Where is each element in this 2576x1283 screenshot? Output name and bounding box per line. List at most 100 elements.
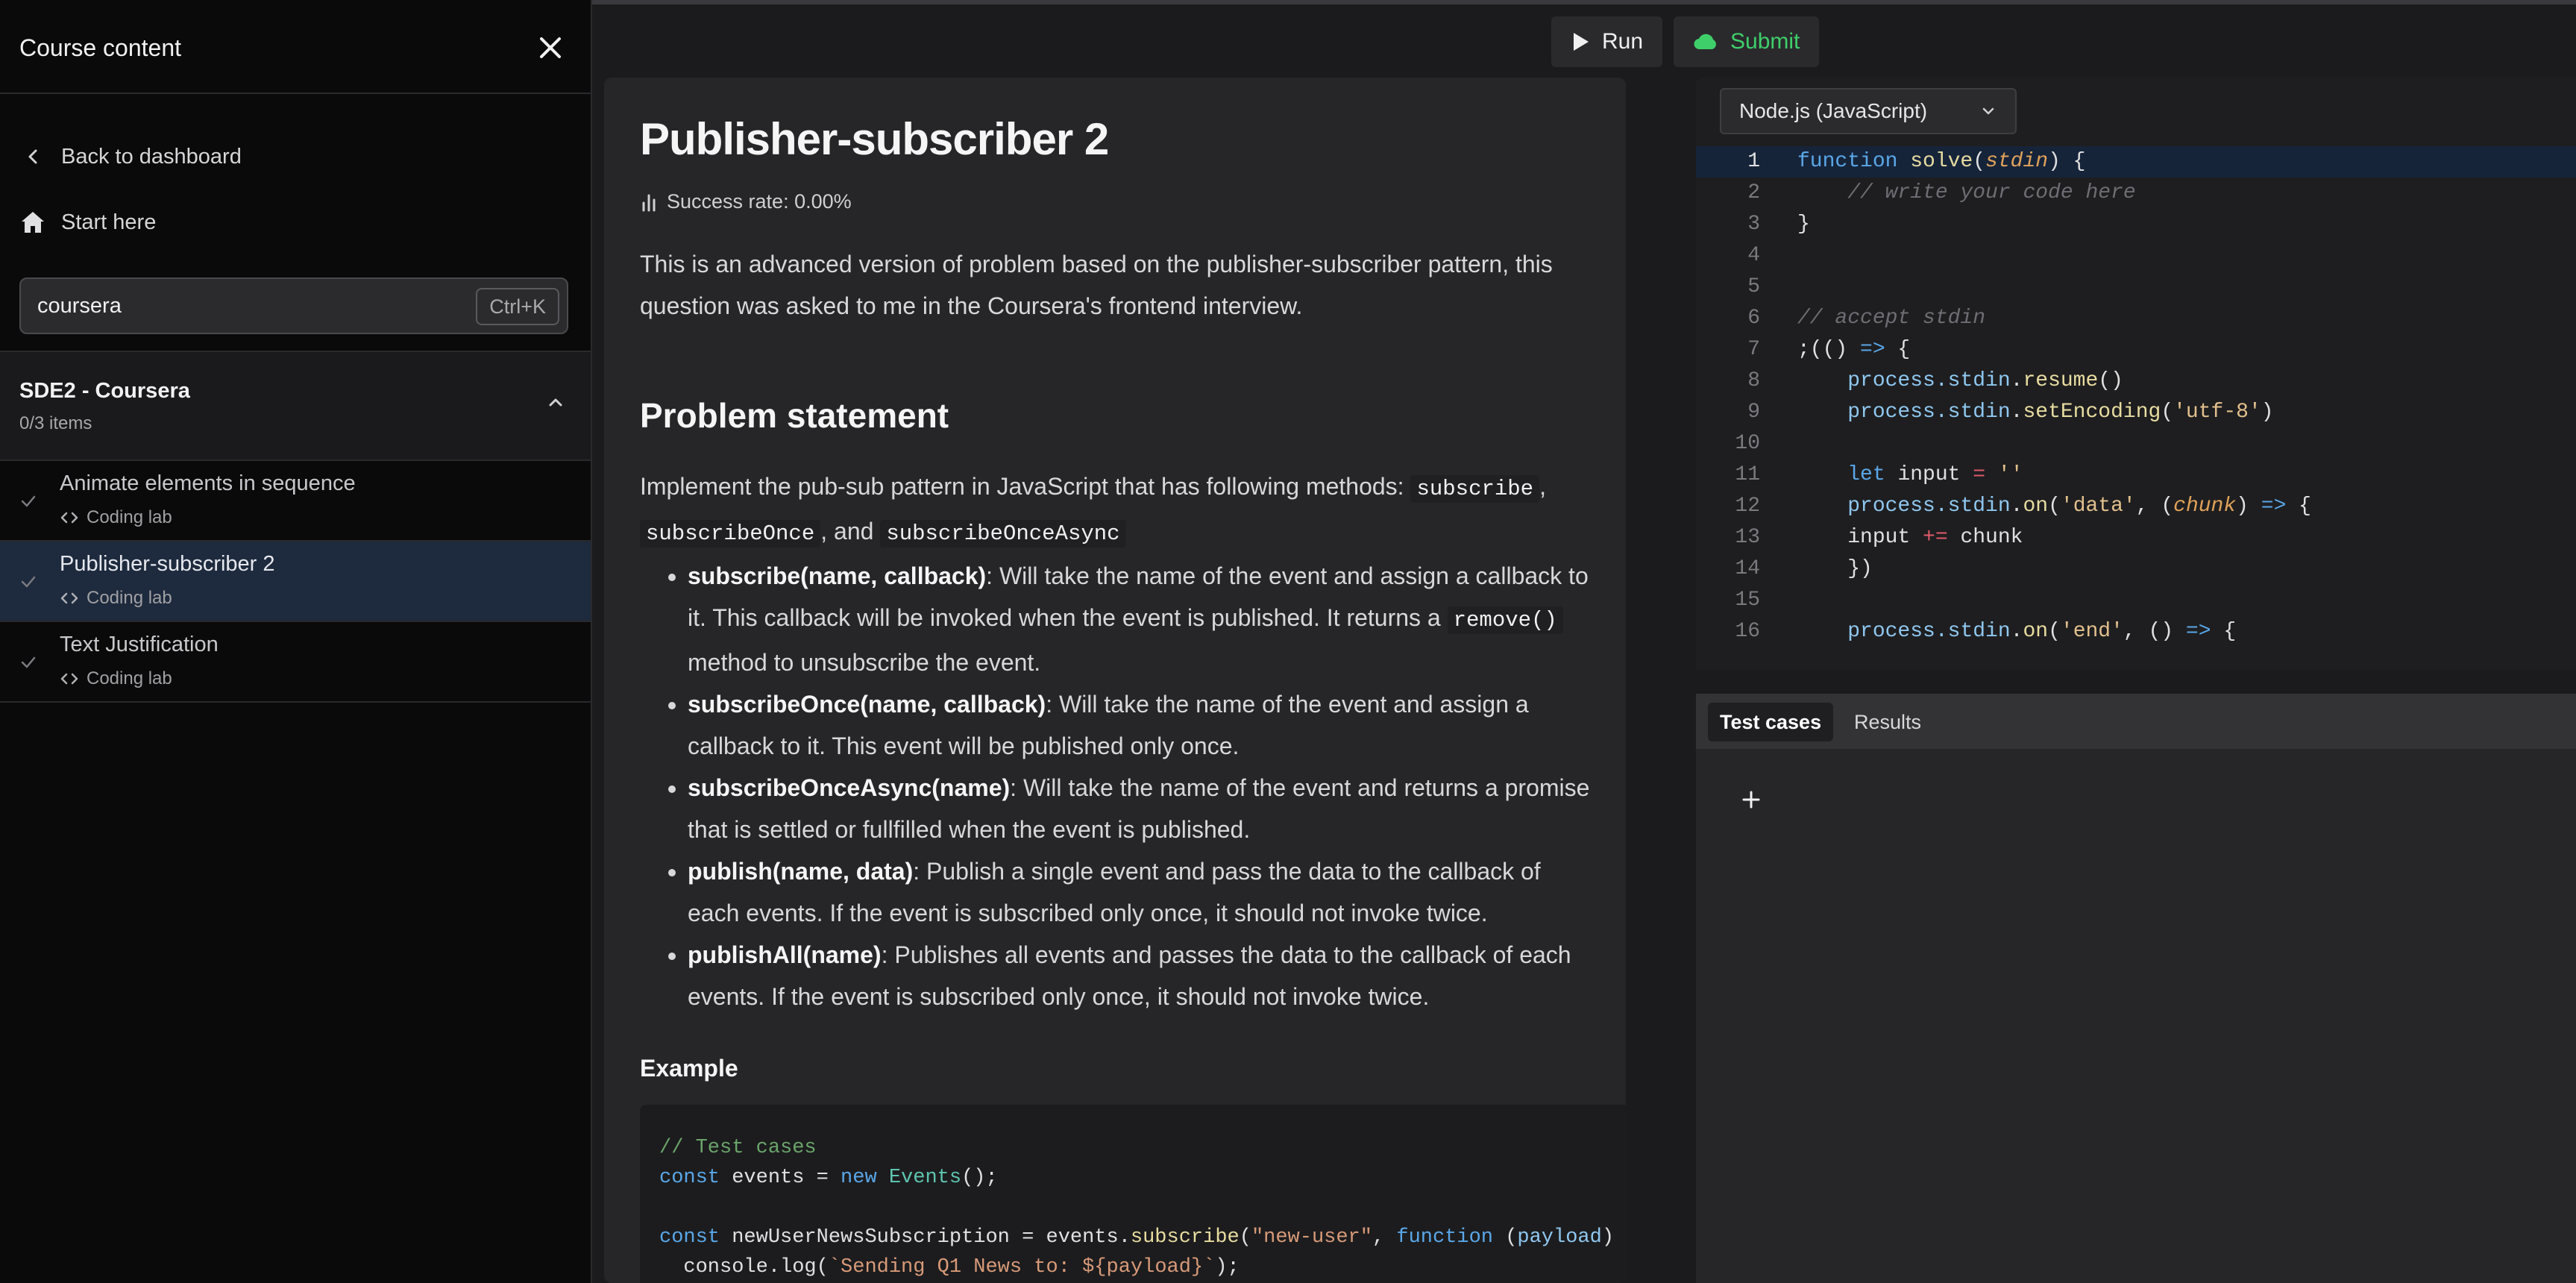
problem-statement: Implement the pub-sub pattern in JavaScr… [640,473,1546,548]
lesson-item-animate[interactable]: Animate elements in sequence Coding lab [0,461,591,542]
problem-title: Publisher-subscriber 2 [640,114,1109,164]
code-token: ( [2048,495,2061,518]
lesson-item-text-justification[interactable]: Text Justification Coding lab [0,622,591,703]
code-token: ); [1215,1256,1240,1279]
code-token: { [2286,495,2311,518]
add-test-case-icon[interactable] [1736,785,1766,815]
code-token: += [1923,526,1948,549]
method-name: subscribe(name, callback) [688,562,987,589]
line-number: 2 [1747,181,1760,204]
search-input[interactable] [37,279,455,333]
code-icon [60,512,78,524]
code-token: '' [1997,463,2023,486]
code-token: process. [1797,401,1948,424]
code-token: chunk [2173,495,2237,518]
chevron-left-icon [19,143,46,170]
submit-button[interactable]: Submit [1674,16,1820,67]
tab-test-cases[interactable]: Test cases [1708,703,1834,741]
method-item: publish(name, data): Publish a single ev… [688,850,1595,934]
code-token: function [1396,1226,1493,1249]
code-token: const [659,1226,720,1249]
code-token: process. [1797,620,1948,643]
code-token: events = [720,1167,841,1189]
code-token: (); [961,1167,998,1189]
code-token: . [2010,369,2023,392]
tests-tab-bar: Test cases Results [1696,694,2576,749]
code-line: 4 [1696,240,2576,272]
method-item: subscribe(name, callback): Will take the… [688,555,1595,683]
code-line: 15 [1696,585,2576,616]
code-subscribe-once-async: subscribeOnceAsync [880,520,1126,548]
code-line: 12 process.stdin.on('data', (chunk) => { [1696,491,2576,522]
line-number: 5 [1747,275,1760,298]
code-line: 11 let input = '' [1696,459,2576,491]
statement-text: Implement the pub-sub pattern in JavaScr… [640,473,1404,500]
back-to-dashboard-label: Back to dashboard [61,144,242,169]
method-desc-2: method to unsubscribe the event. [688,649,1041,676]
line-number: 7 [1747,338,1760,361]
search-box: Ctrl+K [19,277,568,334]
tab-results[interactable]: Results [1842,703,1933,741]
shortcut-badge: Ctrl+K [476,288,559,325]
code-token: newUserNewsSubscription = events. [720,1226,1131,1249]
code-token: input [1797,526,1923,549]
code-token: ) { [2048,150,2086,173]
line-number: 8 [1747,369,1760,392]
code-line: 8 process.stdin.resume() [1696,366,2576,397]
method-item: subscribeOnce(name, callback): Will take… [688,683,1595,767]
chevron-up-icon[interactable] [544,391,567,413]
line-number: 11 [1735,463,1760,486]
code-token: () [2098,369,2123,392]
methods-list: subscribe(name, callback): Will take the… [640,555,1595,1017]
code-token: stdin [1947,495,2011,518]
submit-label: Submit [1730,29,1800,54]
code-token: stdin [1947,369,2011,392]
and-text: , and [820,518,874,545]
start-here-link[interactable]: Start here [19,209,156,236]
lesson-type-label: Coding lab [87,507,172,527]
lesson-item-pubsub[interactable]: Publisher-subscriber 2 Coding lab [0,542,591,622]
code-token: new [841,1167,877,1189]
code-subscribe: subscribe [1410,475,1540,503]
lesson-title: Animate elements in sequence [60,471,356,495]
code-token: ( [2048,620,2061,643]
code-line: 2 // write your code here [1696,178,2576,209]
code-token: payload [1517,1226,1602,1249]
line-number: 16 [1735,620,1760,643]
test-cases-panel: Test cases Results [1696,694,2576,1283]
code-token: Events [876,1167,962,1189]
code-token: `Sending Q1 News to: ${payload}` [828,1256,1216,1279]
code-token: { [1885,338,1911,361]
problem-statement-heading: Problem statement [640,396,949,435]
section-header-sde2[interactable]: SDE2 - Coursera 0/3 items [0,352,591,461]
code-token: input [1885,463,1973,486]
code-token: => [2261,495,2287,518]
play-icon [1574,33,1589,51]
code-line: 13 input += chunk [1696,522,2576,553]
code-line: 3} [1696,209,2576,240]
code-token: const [659,1167,720,1189]
back-to-dashboard-link[interactable]: Back to dashboard [19,143,242,170]
line-number: 3 [1747,213,1760,236]
code-token: , () [2123,620,2186,643]
method-item: publishAll(name): Publishes all events a… [688,934,1595,1017]
close-icon[interactable] [535,33,565,63]
method-name: publish(name, data) [688,858,914,885]
code-token: ( [1493,1226,1518,1249]
lesson-type-label: Coding lab [87,588,172,608]
code-token: on [2023,495,2049,518]
code-line: 10 [1696,428,2576,459]
language-select[interactable]: Node.js (JavaScript) [1720,88,2017,134]
code-subscribe-once: subscribeOnce [640,520,821,548]
code-editor[interactable]: 1 function solve(stdin) { 2 // write your… [1696,146,2576,670]
run-button[interactable]: Run [1551,16,1663,67]
code-line: 5 [1696,272,2576,303]
language-label: Node.js (JavaScript) [1739,99,1928,122]
code-token: = [1973,463,1986,486]
method-name: subscribeOnceAsync(name) [688,774,1011,801]
lesson-type: Coding lab [60,668,172,689]
line-number: 13 [1735,526,1760,549]
home-icon [19,209,46,236]
